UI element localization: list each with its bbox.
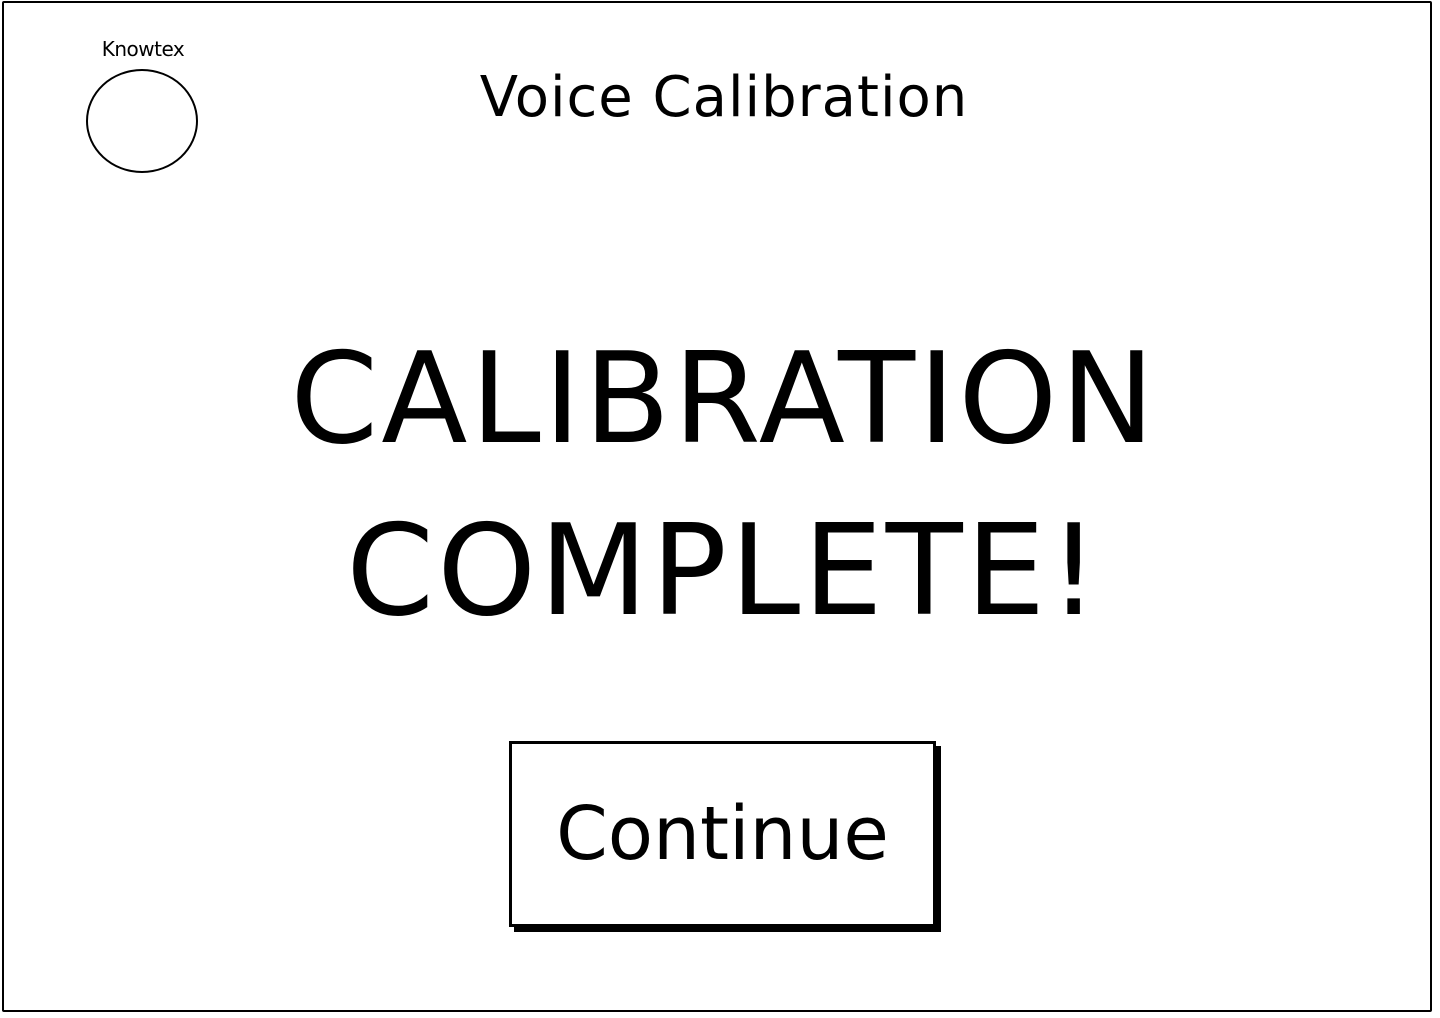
page-title: Voice Calibration [479, 65, 969, 130]
continue-button[interactable]: Continue [509, 741, 936, 927]
completion-message-line2: COMPLETE! [346, 497, 1102, 644]
completion-message: CALIBRATION COMPLETE! [4, 313, 1440, 657]
app-frame: Knowtex Voice Calibration CALIBRATION CO… [2, 1, 1432, 1012]
logo-label: Knowtex [101, 37, 185, 61]
completion-message-line1: CALIBRATION [290, 325, 1158, 472]
